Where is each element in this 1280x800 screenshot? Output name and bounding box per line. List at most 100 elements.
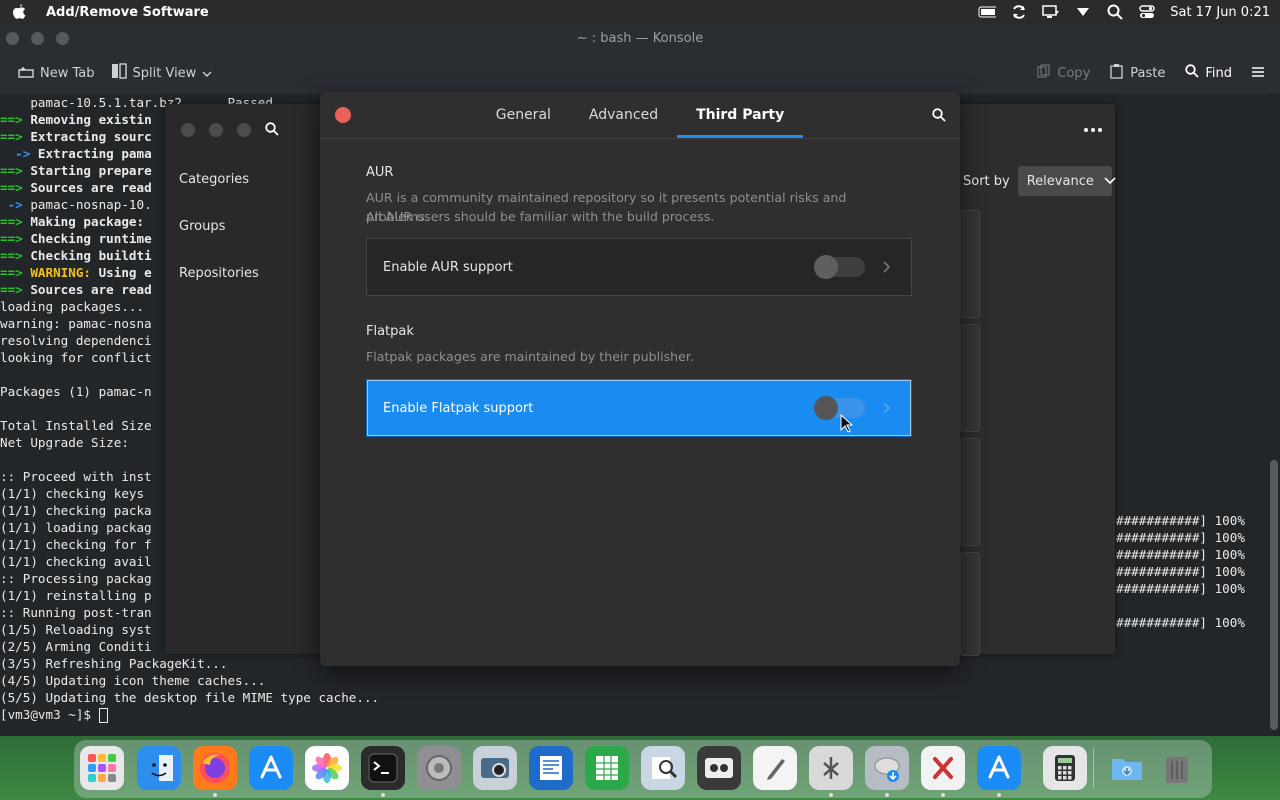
flatpak-support-row[interactable]: Enable Flatpak support [366,379,912,437]
aur-support-row[interactable]: Enable AUR support [366,238,912,296]
preview-icon[interactable] [641,746,685,790]
document-viewer-icon[interactable] [529,746,573,790]
paste-icon [1110,63,1124,83]
hamburger-menu-button[interactable] [1244,58,1272,88]
terminal-line: [vm3@vm3 ~]$ [0,706,1268,723]
screenshot-icon[interactable] [473,746,517,790]
new-tab-icon [18,64,34,82]
chevron-right-icon[interactable] [881,400,893,416]
split-view-icon [111,63,127,83]
paste-label: Paste [1130,65,1166,81]
dock-running-indicator [381,793,385,797]
sidebar-item-categories[interactable]: Categories [165,156,320,203]
progress-line: ###########] 100% [1116,513,1245,528]
find-icon [1185,64,1199,82]
dock-running-indicator [997,793,1001,797]
sidebar-item-groups[interactable]: Groups [165,203,320,250]
sort-by-label: Sort by [963,173,1010,189]
tab-advanced[interactable]: Advanced [570,92,677,138]
dialog-close-button[interactable] [335,107,351,123]
konsole-window-title: ~ : bash — Konsole [576,30,704,46]
search-icon[interactable] [930,106,948,124]
paste-button[interactable]: Paste [1102,58,1173,88]
search-icon[interactable] [265,121,279,140]
launchpad-icon[interactable] [80,746,124,790]
terminal-icon[interactable] [361,746,405,790]
package-card[interactable] [960,438,980,546]
tab-general[interactable]: General [477,92,570,138]
pamac-maximize-button[interactable] [237,123,251,137]
dock-running-indicator [213,793,217,797]
konsole-close-button[interactable] [6,31,19,45]
copy-button[interactable]: Copy [1029,58,1098,88]
find-label: Find [1205,65,1232,81]
package-card[interactable] [960,552,980,656]
spreadsheet-icon[interactable] [585,746,629,790]
pamac-minimize-button[interactable] [209,123,223,137]
sync-icon[interactable] [1010,3,1028,21]
konsole-minimize-button[interactable] [31,31,44,45]
aur-section-title: AUR [366,165,394,180]
find-button[interactable]: Find [1177,58,1240,88]
dock [0,736,1280,800]
aur-support-toggle[interactable] [814,255,865,279]
sort-control: Sort by Relevance [963,166,1116,196]
clock[interactable]: Sat 17 Jun 0:21 [1170,5,1270,20]
terminal-line: (4/5) Updating icon theme caches... [0,673,266,688]
top-menubar: Add/Remove Software Sat 17 Jun 0:21 [0,0,1280,24]
dock-running-indicator [885,793,889,797]
more-options-button[interactable] [1083,122,1103,138]
terminal-cursor [98,708,108,723]
firefox-icon[interactable] [193,746,237,790]
konsole-maximize-button[interactable] [56,31,69,45]
terminal-line: (5/5) Updating the desktop file MIME typ… [0,690,380,705]
settings-icon[interactable] [417,746,461,790]
progress-line: ###########] 100% [1116,564,1245,579]
pamac-close-button[interactable] [181,123,195,137]
split-view-button[interactable]: Split View [103,58,221,88]
search-icon[interactable] [1106,3,1124,21]
sort-value: Relevance [1026,173,1094,189]
photos-icon[interactable] [305,746,349,790]
dock-running-indicator [829,793,833,797]
progress-line: ###########] 100% [1116,615,1245,630]
package-card[interactable] [960,324,980,432]
preferences-dialog: General Advanced Third Party AUR AUR is … [320,92,960,666]
package-card[interactable] [960,210,980,318]
software-store-icon[interactable] [977,746,1021,790]
control-center-icon[interactable] [1138,3,1156,21]
preferences-tabs: General Advanced Third Party [320,92,960,138]
chevron-right-icon[interactable] [881,259,893,275]
downloads-folder-icon[interactable] [1105,746,1149,790]
new-tab-label: New Tab [40,65,95,81]
progress-line: ###########] 100% [1116,581,1245,596]
terminal-progress-output: ###########] 100% ###########] 100% ######… [1116,512,1245,631]
flatpak-section-title: Flatpak [366,324,414,339]
pamac-sidebar: Categories Groups Repositories [165,104,320,654]
apple-icon[interactable] [10,3,28,21]
tape-recorder-icon[interactable] [697,746,741,790]
calculator-icon[interactable] [1043,746,1087,790]
terminal-scrollbar[interactable] [1270,460,1278,730]
split-view-label: Split View [132,65,197,81]
aur-description-line-2: All AUR users should be familiar with th… [366,209,715,224]
text-editor-icon[interactable] [753,746,797,790]
progress-line: ###########] 100% [1116,530,1245,545]
app-store-icon[interactable] [249,746,293,790]
xcode-icon[interactable] [921,746,965,790]
new-tab-button[interactable]: New Tab [10,58,103,88]
battery-icon[interactable] [978,3,997,21]
finder-icon[interactable] [137,746,181,790]
hamburger-menu-icon [1252,66,1264,81]
trash-icon[interactable] [1155,746,1199,790]
tab-third-party[interactable]: Third Party [677,92,804,138]
active-app-title[interactable]: Add/Remove Software [46,5,209,20]
chevron-down-icon[interactable] [1074,3,1092,21]
sort-select[interactable]: Relevance [1017,166,1116,196]
display-icon[interactable] [1042,3,1060,21]
flatpak-support-label: Enable Flatpak support [383,400,534,416]
system-tools-icon[interactable] [809,746,853,790]
disk-installer-icon[interactable] [865,746,909,790]
progress-line: ###########] 100% [1116,547,1245,562]
sidebar-item-repositories[interactable]: Repositories [165,250,320,297]
